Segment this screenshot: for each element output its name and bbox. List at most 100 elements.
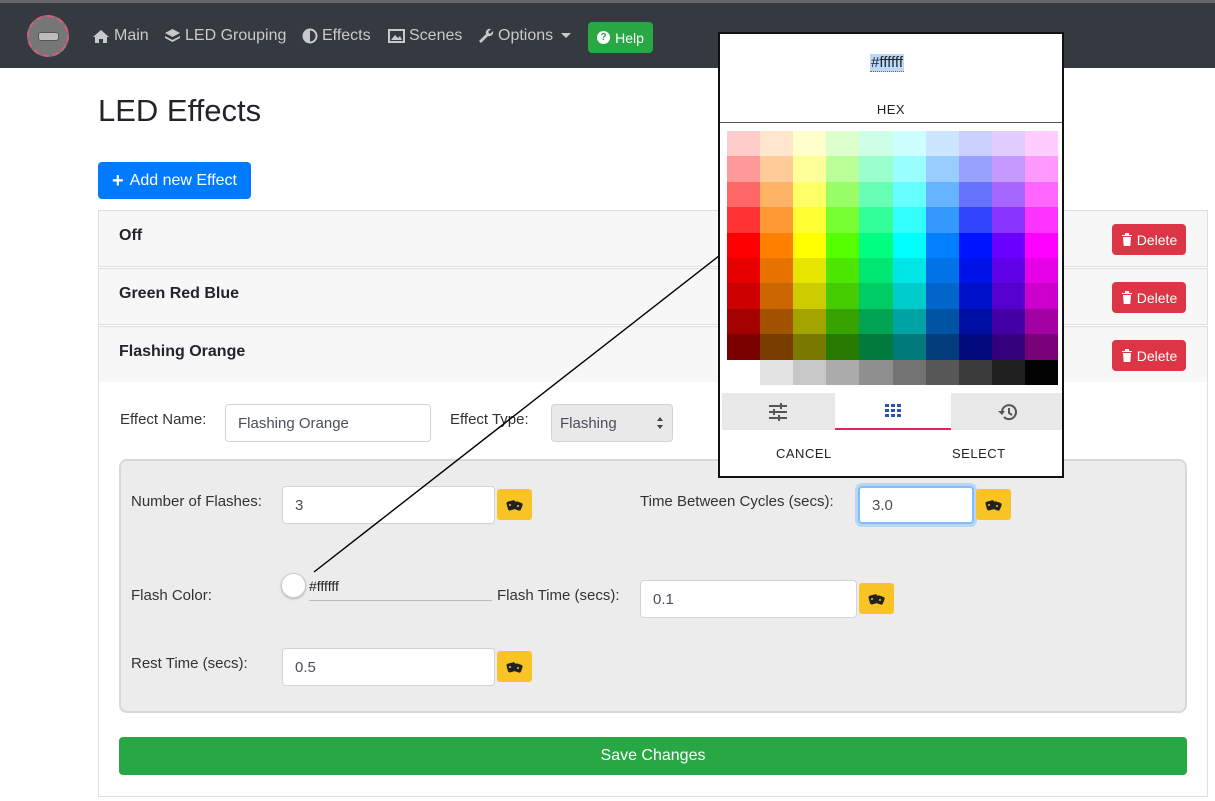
color-swatch[interactable] [925,207,960,234]
color-swatch[interactable] [991,232,1026,259]
color-swatch[interactable] [859,258,893,284]
color-swatch[interactable] [1024,232,1059,259]
color-swatch[interactable] [925,283,960,310]
color-swatch[interactable] [760,156,794,183]
color-swatch[interactable] [793,232,827,259]
hex-label[interactable]: HEX [720,102,1062,117]
color-swatch[interactable] [958,258,993,284]
color-swatch[interactable] [892,131,927,157]
tab-sliders[interactable] [722,393,834,430]
color-swatch[interactable] [826,207,860,234]
color-swatch[interactable] [925,334,960,361]
color-swatch[interactable] [727,283,761,310]
color-swatch[interactable] [958,131,993,157]
color-swatch[interactable] [958,283,993,310]
color-swatch[interactable] [958,308,993,335]
color-swatch[interactable] [826,156,860,183]
color-swatch[interactable] [991,308,1026,335]
color-swatch[interactable] [859,308,893,335]
color-swatch[interactable] [925,156,960,183]
color-swatch[interactable] [826,232,860,259]
color-swatch[interactable] [991,181,1026,208]
tab-palette[interactable] [835,393,951,430]
color-swatch[interactable] [793,207,827,234]
color-swatch[interactable] [892,156,927,183]
color-swatch[interactable] [991,156,1026,183]
color-swatch[interactable] [793,258,827,284]
select-button[interactable]: SELECT [952,446,1006,461]
color-swatch[interactable] [859,334,893,361]
color-swatch[interactable] [1024,258,1059,284]
color-swatch[interactable] [793,308,827,335]
color-swatch[interactable] [958,334,993,361]
color-swatch[interactable] [892,283,927,310]
color-swatch[interactable] [760,334,794,361]
color-swatch[interactable] [760,207,794,234]
color-swatch[interactable] [760,283,794,310]
color-swatch[interactable] [727,156,761,183]
color-swatch[interactable] [760,181,794,208]
cancel-button[interactable]: CANCEL [776,446,832,461]
color-swatch[interactable] [892,232,927,259]
color-swatch[interactable] [991,131,1026,157]
color-swatch[interactable] [826,308,860,335]
color-swatch[interactable] [925,258,960,284]
color-swatch[interactable] [859,207,893,234]
color-swatch[interactable] [859,283,893,310]
color-swatch[interactable] [1024,283,1059,310]
color-swatch[interactable] [826,131,860,157]
color-swatch[interactable] [1024,308,1059,335]
gray-swatch[interactable] [826,359,860,385]
gray-swatch[interactable] [892,359,927,385]
color-swatch[interactable] [760,308,794,335]
color-swatch[interactable] [727,308,761,335]
color-swatch[interactable] [925,232,960,259]
color-swatch[interactable] [1024,207,1059,234]
color-swatch[interactable] [826,334,860,361]
color-swatch[interactable] [925,131,960,157]
color-swatch[interactable] [760,232,794,259]
color-swatch[interactable] [1024,334,1059,361]
color-swatch[interactable] [892,308,927,335]
color-swatch[interactable] [892,334,927,361]
gray-swatch[interactable] [958,359,993,385]
hex-value-input[interactable]: #ffffff [870,54,904,72]
color-swatch[interactable] [892,258,927,284]
color-swatch[interactable] [793,181,827,208]
color-swatch[interactable] [727,131,761,157]
color-swatch[interactable] [793,131,827,157]
color-swatch[interactable] [826,283,860,310]
gray-swatch[interactable] [859,359,893,385]
color-swatch[interactable] [859,156,893,183]
color-swatch[interactable] [958,181,993,208]
gray-swatch[interactable] [727,359,761,385]
color-swatch[interactable] [1024,156,1059,183]
color-swatch-grid[interactable] [727,131,1059,385]
color-swatch[interactable] [727,334,761,361]
gray-swatch[interactable] [760,359,794,385]
color-swatch[interactable] [760,258,794,284]
color-swatch[interactable] [958,207,993,234]
color-swatch[interactable] [826,181,860,208]
color-swatch[interactable] [727,181,761,208]
color-swatch[interactable] [925,308,960,335]
tab-history[interactable] [952,393,1062,430]
color-swatch[interactable] [892,207,927,234]
color-swatch[interactable] [859,181,893,208]
color-swatch[interactable] [892,181,927,208]
gray-swatch[interactable] [793,359,827,385]
color-swatch[interactable] [793,283,827,310]
color-swatch[interactable] [826,258,860,284]
color-swatch[interactable] [793,334,827,361]
gray-swatch[interactable] [1024,359,1059,385]
color-swatch[interactable] [958,156,993,183]
color-swatch[interactable] [793,156,827,183]
color-swatch[interactable] [1024,131,1059,157]
color-swatch[interactable] [760,131,794,157]
color-swatch[interactable] [991,283,1026,310]
color-swatch[interactable] [1024,181,1059,208]
color-swatch[interactable] [925,181,960,208]
color-swatch[interactable] [727,207,761,234]
color-swatch[interactable] [958,232,993,259]
color-swatch[interactable] [991,258,1026,284]
